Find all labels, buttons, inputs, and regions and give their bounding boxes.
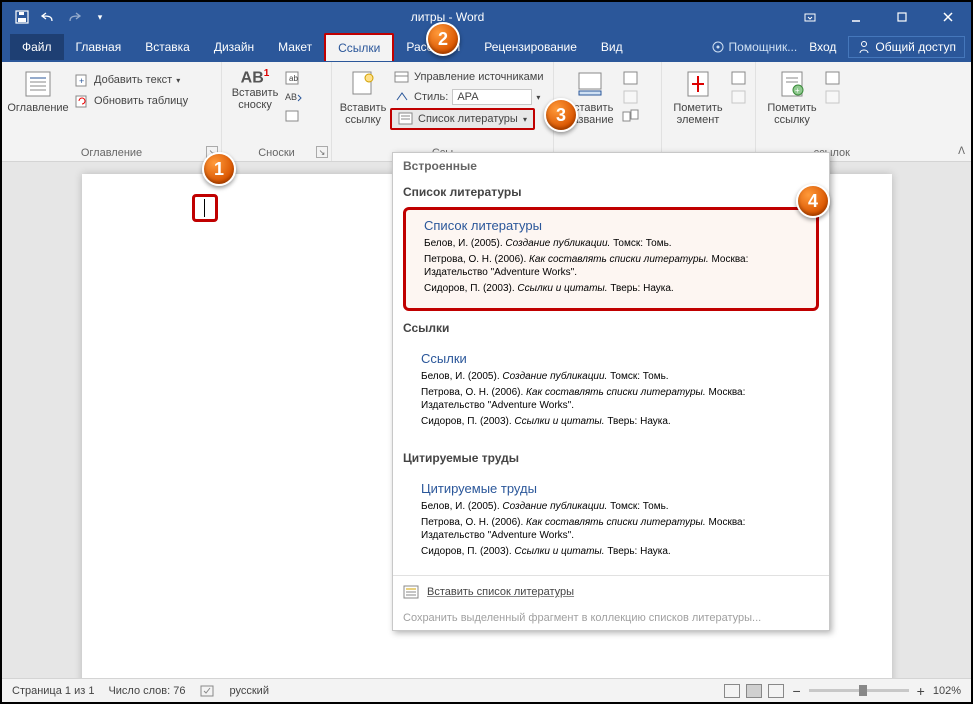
cross-reference-icon[interactable] xyxy=(622,108,640,124)
tab-layout[interactable]: Макет xyxy=(266,34,324,60)
insert-index-icon[interactable] xyxy=(730,70,748,86)
word-count[interactable]: Число слов: 76 xyxy=(108,685,185,697)
zoom-in-icon[interactable]: + xyxy=(917,683,925,699)
tell-me[interactable]: Помощник... xyxy=(711,40,798,54)
bibliography-entry: Сидоров, П. (2003). Ссылки и цитаты. Тве… xyxy=(421,415,801,428)
minimize-icon[interactable] xyxy=(833,2,879,32)
mark-entry-button[interactable]: Пометить элемент xyxy=(668,66,728,128)
proofing-icon[interactable] xyxy=(200,684,216,698)
bibliography-entry: Белов, И. (2005). Создание публикации. Т… xyxy=(421,370,801,383)
ribbon-options-icon[interactable] xyxy=(787,2,833,32)
update-tof-icon[interactable] xyxy=(622,89,640,105)
bibliography-entry: Белов, И. (2005). Создание публикации. Т… xyxy=(424,237,798,250)
update-index-icon[interactable] xyxy=(730,89,748,105)
insert-endnote-icon[interactable]: ab xyxy=(284,70,302,86)
tab-references[interactable]: Ссылки xyxy=(324,33,394,61)
tab-design[interactable]: Дизайн xyxy=(202,34,266,60)
update-table-button[interactable]: Обновить таблицу xyxy=(70,91,192,111)
web-layout-icon[interactable] xyxy=(768,684,784,698)
gallery-item[interactable]: Список литературы Белов, И. (2005). Созда… xyxy=(403,207,819,311)
ribbon-tabs: Файл Главная Вставка Дизайн Макет Ссылки… xyxy=(2,32,971,62)
insert-footnote-button[interactable]: AB1 Вставить сноску xyxy=(228,66,282,113)
save-icon[interactable] xyxy=(14,9,30,25)
tab-file[interactable]: Файл xyxy=(10,34,64,60)
print-layout-icon[interactable] xyxy=(746,684,762,698)
gallery-item-title: Цитируемые труды xyxy=(421,481,801,496)
tab-view[interactable]: Вид xyxy=(589,34,635,60)
bibliography-entry: Сидоров, П. (2003). Ссылки и цитаты. Тве… xyxy=(424,282,798,295)
gallery-builtin-header: Встроенные xyxy=(393,153,829,179)
update-toa-icon[interactable] xyxy=(824,89,842,105)
manage-sources-button[interactable]: Управление источниками xyxy=(390,68,547,86)
collapse-ribbon-icon[interactable]: ᐱ xyxy=(958,146,965,157)
svg-text:ab: ab xyxy=(289,74,298,83)
tab-home[interactable]: Главная xyxy=(64,34,134,60)
share-button[interactable]: Общий доступ xyxy=(848,36,965,58)
group-label-toc: Оглавление xyxy=(2,147,221,159)
insert-tof-icon[interactable] xyxy=(622,70,640,86)
gallery-item[interactable]: Цитируемые труды Белов, И. (2005). Создан… xyxy=(403,473,819,571)
bibliography-entry: Белов, И. (2005). Создание публикации. Т… xyxy=(421,500,801,513)
tab-insert[interactable]: Вставка xyxy=(133,34,202,60)
zoom-level[interactable]: 102% xyxy=(933,685,961,697)
bibliography-entry: Петрова, О. Н. (2006). Как составлять сп… xyxy=(421,516,801,542)
show-notes-icon[interactable] xyxy=(284,108,302,124)
qat-customize-icon[interactable]: ▾ xyxy=(92,9,108,25)
maximize-icon[interactable] xyxy=(879,2,925,32)
step-marker-1: 1 xyxy=(202,152,236,186)
gallery-item-title: Ссылки xyxy=(421,351,801,366)
bibliography-entry: Сидоров, П. (2003). Ссылки и цитаты. Тве… xyxy=(421,545,801,558)
bibliography-entry: Петрова, О. Н. (2006). Как составлять сп… xyxy=(421,386,801,412)
bibliography-button[interactable]: Список литературы▾ xyxy=(390,108,535,130)
group-label-footnotes: Сноски xyxy=(222,147,331,159)
gallery-section-header: Ссылки xyxy=(393,315,829,339)
gallery-section-header: Список литературы xyxy=(393,179,829,203)
close-icon[interactable] xyxy=(925,2,971,32)
bibliography-gallery: Встроенные Список литературыСписок литер… xyxy=(392,152,830,631)
insert-toa-icon[interactable] xyxy=(824,70,842,86)
next-footnote-icon[interactable]: AB xyxy=(284,89,302,105)
mark-citation-button[interactable]: + Пометить ссылку xyxy=(762,66,822,128)
tab-review[interactable]: Рецензирование xyxy=(472,34,589,60)
step-marker-3: 3 xyxy=(544,98,578,132)
gallery-item-title: Список литературы xyxy=(424,218,798,233)
toc-button[interactable]: Оглавление xyxy=(8,66,68,116)
zoom-slider[interactable] xyxy=(809,689,909,692)
gallery-item[interactable]: Ссылки Белов, И. (2005). Создание публика… xyxy=(403,343,819,441)
add-text-button[interactable]: +Добавить текст▾ xyxy=(70,70,192,90)
title-bar: ▾ литры - Word xyxy=(2,2,971,32)
step-marker-4: 4 xyxy=(796,184,830,218)
language-indicator[interactable]: русский xyxy=(230,685,269,697)
status-bar: Страница 1 из 1 Число слов: 76 русский −… xyxy=(2,678,971,702)
style-selector[interactable]: Стиль:APA▾ xyxy=(390,87,547,107)
save-selection-item: Сохранить выделенный фрагмент в коллекци… xyxy=(393,606,829,630)
dialog-launcher-icon[interactable]: ↘ xyxy=(316,146,328,158)
undo-icon[interactable] xyxy=(40,9,56,25)
ribbon: Оглавление +Добавить текст▾ Обновить таб… xyxy=(2,62,971,162)
svg-text:AB: AB xyxy=(285,92,297,102)
zoom-out-icon[interactable]: − xyxy=(792,683,800,699)
redo-icon[interactable] xyxy=(66,9,82,25)
bibliography-entry: Петрова, О. Н. (2006). Как составлять сп… xyxy=(424,253,798,279)
insert-bibliography-item[interactable]: Вставить список литературы xyxy=(393,578,829,606)
svg-text:+: + xyxy=(79,76,84,86)
read-mode-icon[interactable] xyxy=(724,684,740,698)
step-marker-2: 2 xyxy=(426,22,460,56)
sign-in[interactable]: Вход xyxy=(801,34,844,60)
svg-text:+: + xyxy=(795,86,800,95)
page-indicator[interactable]: Страница 1 из 1 xyxy=(12,685,94,697)
text-cursor-marker xyxy=(192,194,218,222)
insert-citation-button[interactable]: Вставить ссылку xyxy=(338,66,388,128)
gallery-section-header: Цитируемые труды xyxy=(393,445,829,469)
